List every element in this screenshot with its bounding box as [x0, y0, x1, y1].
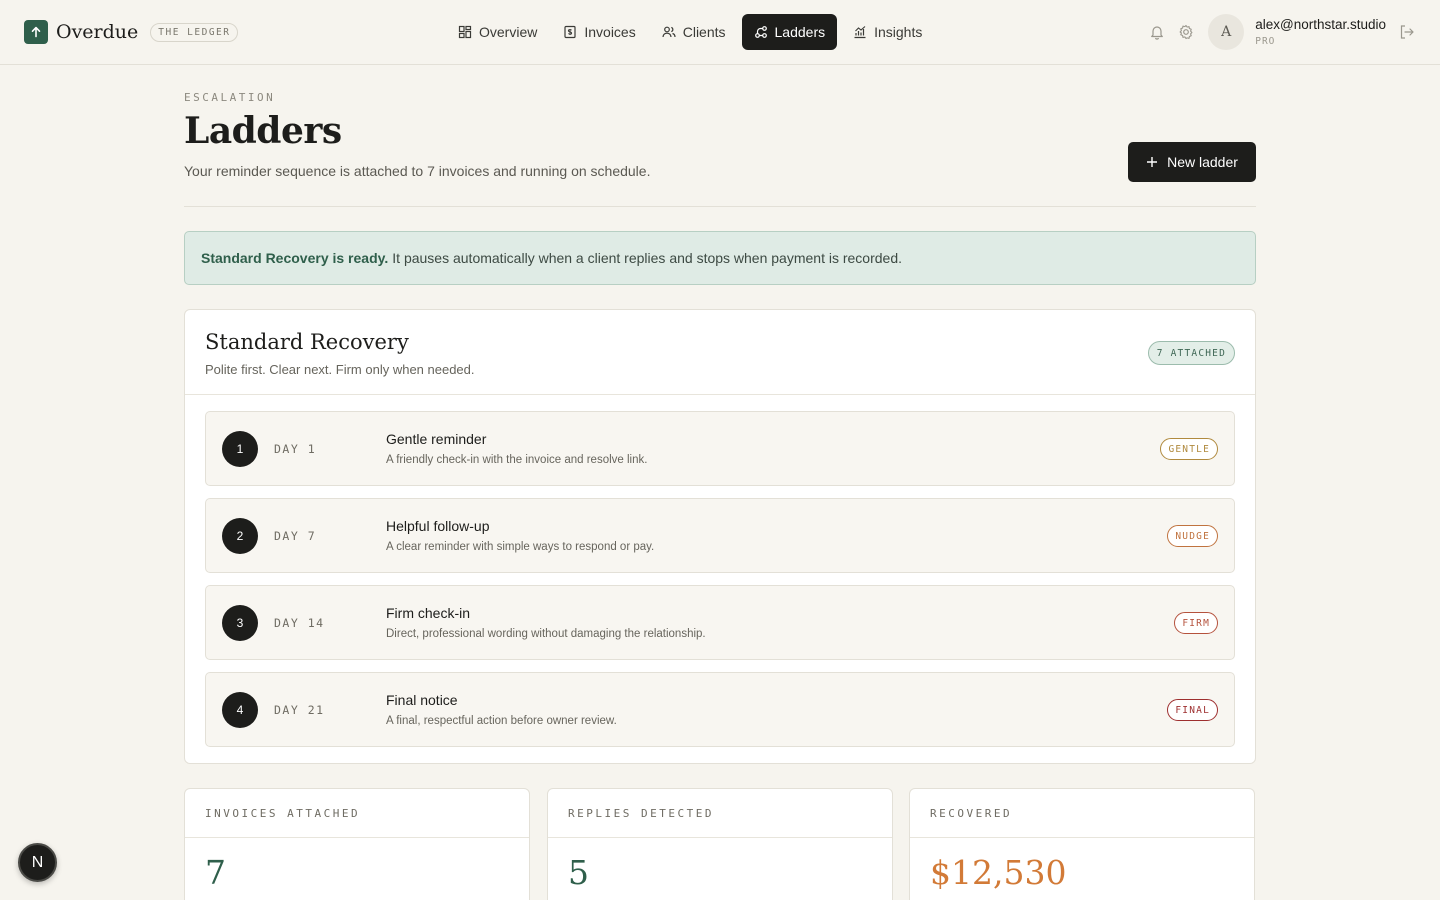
brand[interactable]: Overdue THE LEDGER: [24, 20, 239, 44]
nav-clients-label: Clients: [682, 24, 726, 40]
stat-card-replies: REPLIES DETECTED 5: [547, 788, 893, 900]
logout-icon[interactable]: [1398, 23, 1416, 41]
status-banner: Standard Recovery is ready. It pauses au…: [184, 231, 1256, 285]
workflow-icon: [754, 26, 767, 38]
nav-clients[interactable]: Clients: [652, 14, 736, 50]
ladder-step[interactable]: 2 DAY 7 Helpful follow-up A clear remind…: [205, 498, 1235, 573]
plus-icon: [1147, 157, 1158, 167]
grid-icon: [458, 25, 472, 39]
bell-icon[interactable]: [1146, 21, 1168, 43]
stat-label: INVOICES ATTACHED: [185, 789, 529, 838]
nav-ladders[interactable]: Ladders: [741, 14, 838, 50]
new-ladder-label: New ladder: [1167, 154, 1238, 170]
users-icon: [662, 26, 676, 38]
step-title: Final notice: [386, 692, 458, 708]
page-eyebrow: ESCALATION: [184, 91, 276, 104]
brand-name: Overdue: [56, 21, 139, 43]
nav-invoices-label: Invoices: [584, 24, 636, 40]
page-subtitle: Your reminder sequence is attached to 7 …: [184, 163, 651, 179]
stat-value: 5: [568, 853, 589, 892]
step-number: 3: [222, 605, 258, 641]
user-email: alex@northstar.studio: [1255, 16, 1386, 32]
top-bar: Overdue THE LEDGER Overview Invoices Cli…: [0, 0, 1440, 65]
stat-card-recovered: RECOVERED $12,530: [909, 788, 1255, 900]
page-title: Ladders: [184, 110, 342, 152]
step-number: 1: [222, 431, 258, 467]
stat-value: 7: [205, 853, 226, 892]
ladder-subtitle: Polite first. Clear next. Firm only when…: [205, 362, 475, 377]
tone-badge: NUDGE: [1167, 525, 1218, 547]
banner-bold: Standard Recovery is ready.: [201, 250, 389, 266]
gear-icon[interactable]: [1175, 21, 1197, 43]
step-title: Firm check-in: [386, 605, 471, 621]
stat-label: REPLIES DETECTED: [548, 789, 892, 838]
nav-insights[interactable]: Insights: [843, 14, 932, 50]
arrow-up-icon: [24, 20, 48, 44]
tone-badge: FINAL: [1167, 699, 1218, 721]
nav-invoices[interactable]: Invoices: [553, 14, 645, 50]
step-title: Helpful follow-up: [386, 518, 490, 534]
stat-card-invoices: INVOICES ATTACHED 7: [184, 788, 530, 900]
main-nav: Overview Invoices Clients Ladders Insigh…: [448, 14, 932, 50]
ladder-step[interactable]: 3 DAY 14 Firm check-in Direct, professio…: [205, 585, 1235, 660]
step-description: Direct, professional wording without dam…: [386, 628, 706, 640]
step-number: 2: [222, 518, 258, 554]
brand-tag: THE LEDGER: [150, 22, 239, 42]
step-day: DAY 21: [274, 703, 325, 717]
nav-overview[interactable]: Overview: [448, 14, 547, 50]
chart-icon: [854, 26, 866, 39]
nav-insights-label: Insights: [874, 24, 923, 40]
step-number: 4: [222, 692, 258, 728]
attached-badge: 7 ATTACHED: [1147, 341, 1235, 365]
ladder-step[interactable]: 1 DAY 1 Gentle reminder A friendly check…: [205, 411, 1235, 486]
avatar[interactable]: A: [1208, 14, 1245, 50]
ladder-step[interactable]: 4 DAY 21 Final notice A final, respectfu…: [205, 672, 1235, 747]
ladder-title: Standard Recovery: [205, 330, 409, 354]
user-info: alex@northstar.studio PRO: [1255, 17, 1386, 48]
step-title: Gentle reminder: [386, 431, 487, 447]
step-description: A clear reminder with simple ways to res…: [386, 541, 655, 553]
banner-text: It pauses automatically when a client re…: [392, 250, 903, 266]
ladder-card: Standard Recovery Polite first. Clear ne…: [184, 309, 1256, 764]
header-divider: [184, 206, 1256, 207]
nav-overview-label: Overview: [479, 24, 538, 40]
stat-value: $12,530: [930, 853, 1067, 892]
tone-badge: GENTLE: [1160, 438, 1218, 460]
user-plan: PRO: [1255, 35, 1276, 47]
new-ladder-button[interactable]: New ladder: [1128, 142, 1256, 182]
step-day: DAY 14: [274, 616, 325, 630]
tone-badge: FIRM: [1174, 612, 1218, 634]
dev-tools-button[interactable]: N: [18, 843, 57, 882]
step-description: A friendly check-in with the invoice and…: [386, 454, 648, 466]
receipt-icon: [564, 25, 576, 39]
step-day: DAY 7: [274, 529, 317, 543]
step-day: DAY 1: [274, 442, 317, 456]
ladder-card-header: Standard Recovery Polite first. Clear ne…: [185, 310, 1255, 395]
nav-ladders-label: Ladders: [774, 24, 826, 40]
user-area: A alex@northstar.studio PRO: [1146, 14, 1416, 50]
step-description: A final, respectful action before owner …: [386, 715, 617, 727]
stat-label: RECOVERED: [910, 789, 1254, 838]
